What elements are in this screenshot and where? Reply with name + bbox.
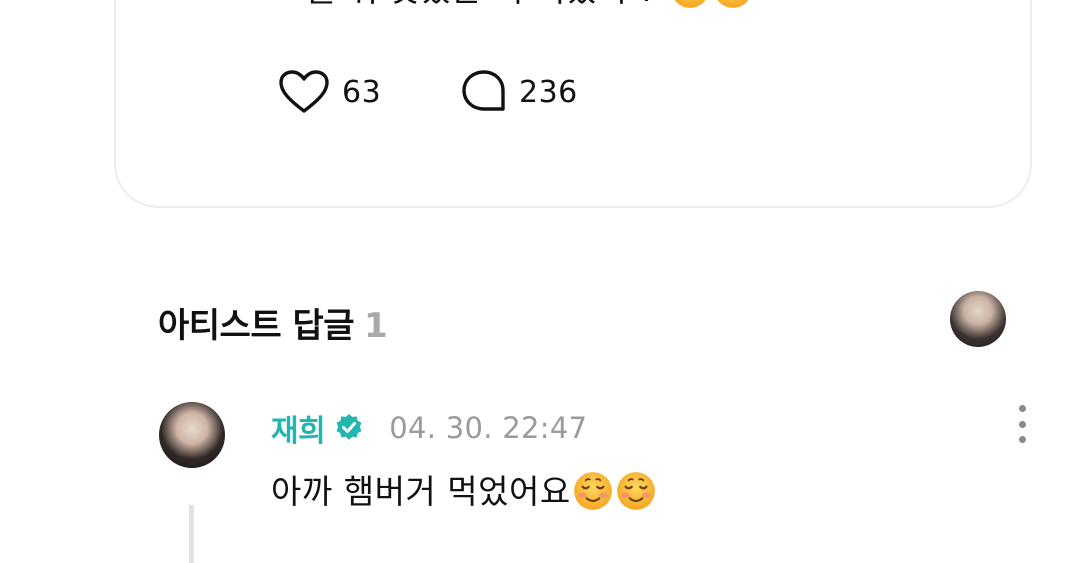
- post-body: 오늘 뭐 맛있는 거 먹었니 ?: [275, 0, 754, 12]
- smiling-face-emoji-icon: [717, 0, 748, 8]
- verified-badge-icon: [336, 414, 362, 440]
- reply-thread-line: [189, 505, 194, 563]
- comment-bubble-icon: [462, 70, 505, 111]
- reply-text: 아까 햄버거 먹었어요: [271, 472, 571, 511]
- artist-replies-count: 1: [364, 306, 388, 346]
- artist-avatar[interactable]: [950, 291, 1006, 347]
- reply-author-avatar[interactable]: [159, 402, 225, 468]
- more-dot: [1018, 405, 1026, 412]
- artist-replies-title: 아티스트 답글 1: [158, 298, 388, 347]
- smiling-face-emoji-icon: [674, 0, 705, 8]
- like-button[interactable]: 63: [278, 69, 381, 115]
- post-text: 오늘 뭐 맛있는 거 먹었니 ?: [275, 0, 657, 9]
- reply-meta: 재희 04. 30. 22:47: [271, 406, 587, 450]
- comment-count: 236: [519, 74, 578, 110]
- reply-timestamp: 04. 30. 22:47: [389, 411, 588, 445]
- more-options-button[interactable]: [1008, 403, 1036, 445]
- artist-replies-label: 아티스트 답글: [158, 306, 355, 346]
- like-count: 63: [342, 74, 382, 110]
- smiling-face-emoji-icon: [616, 472, 655, 510]
- more-dot: [1018, 436, 1026, 443]
- reply-body: 아까 햄버거 먹었어요: [271, 470, 657, 514]
- comment-button[interactable]: 236: [461, 69, 578, 115]
- post-card[interactable]: 오늘 뭐 맛있는 거 먹었니 ?: [114, 0, 1032, 208]
- artist-reply-screen: 오늘 뭐 맛있는 거 먹었니 ?: [0, 0, 1080, 563]
- more-dot: [1018, 420, 1026, 428]
- heart-icon: [279, 70, 329, 113]
- reply-author-name[interactable]: 재희: [271, 406, 326, 450]
- smiling-face-emoji-icon: [573, 472, 612, 510]
